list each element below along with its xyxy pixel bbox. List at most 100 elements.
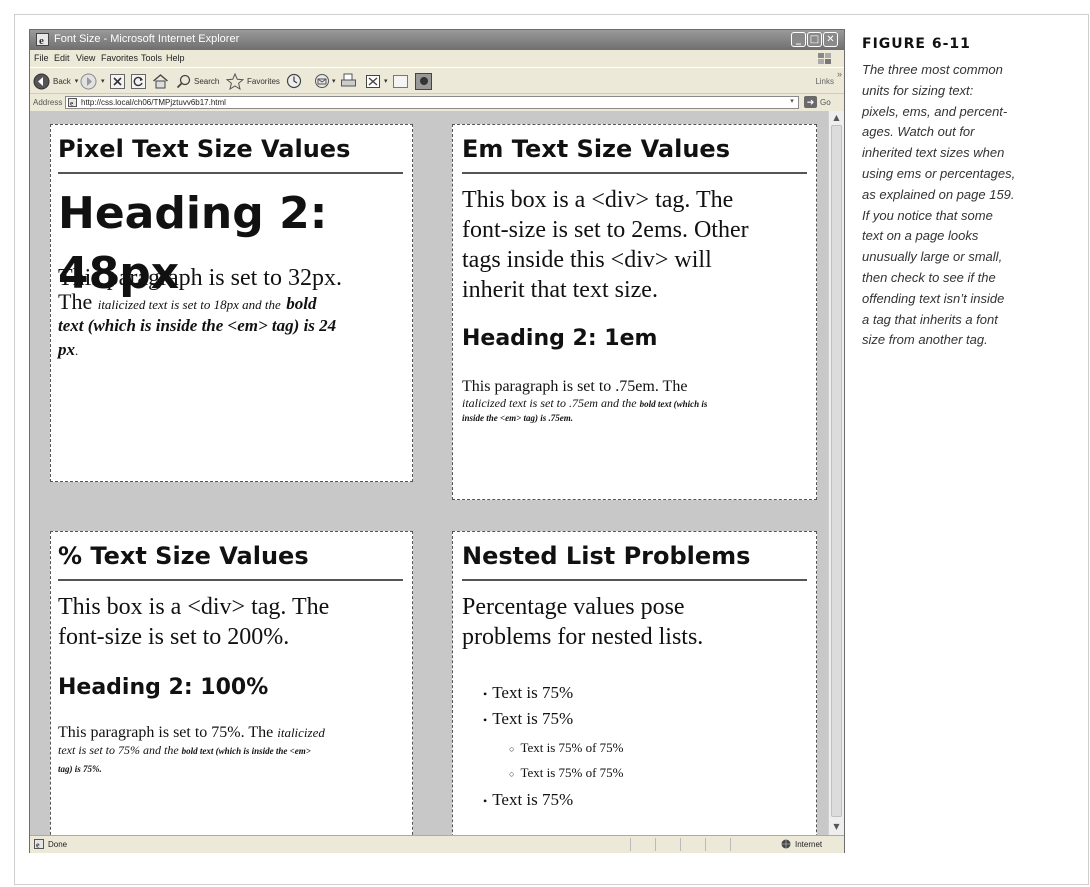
title-bar[interactable]: e Font Size - Microsoft Internet Explore… [30,30,844,50]
caption-line: using ems or percentages, [862,165,1016,181]
pixel-bold-text-1: bold [286,294,317,313]
address-url: http://css.local/ch06/TMPjztuvv6b17.html [81,98,226,107]
mail-dropdown-icon[interactable]: ▾ [332,77,336,85]
em-heading-1em: Heading 2: 1em [462,326,658,351]
percent-small-line2: text is set to 75% and the bold text (wh… [58,742,311,759]
caption-line: The three most common [862,62,1003,77]
discuss-button[interactable] [392,72,409,90]
toolbar: Back ▾ ▾ Search Favorites ▾ ▾ Links » [30,67,844,94]
em-paragraph-line1: This box is a <div> tag. The [462,187,734,213]
caption-line: units for sizing text: [862,82,974,98]
stop-icon [110,73,125,89]
close-button[interactable]: ✕ [823,32,838,47]
circle-bullet-icon: ○ [509,744,515,754]
edit-button[interactable]: ▾ [366,72,388,90]
maximize-button[interactable]: □ [807,32,822,47]
pixel-italic-text: italicized text is set to 18px and the [97,297,281,312]
list-item: • Text is 75% [483,708,573,731]
scroll-up-icon[interactable]: ▲ [831,112,842,123]
caption-line: text on a page looks [862,228,979,244]
menu-view[interactable]: View [76,53,95,63]
nested-title-rule [462,579,807,581]
percent-heading-100: Heading 2: 100% [58,675,269,700]
caption-line: ages. Watch out for [862,124,975,140]
list-item: • Text is 75% [483,682,573,705]
favorites-label: Favorites [247,76,280,86]
menu-favorites[interactable]: Favorites [101,53,138,63]
links-label[interactable]: Links [815,77,834,86]
menu-bar: File Edit View Favorites Tools Help [30,50,844,67]
status-text: Done [48,840,68,849]
toolbar-overflow-icon[interactable]: » [837,69,842,79]
address-dropdown-icon[interactable]: ▾ [787,97,797,108]
address-input[interactable]: e http://css.local/ch06/TMPjztuvv6b17.ht… [65,96,799,109]
mail-icon [315,74,329,88]
home-button[interactable] [152,72,169,90]
go-arrow-icon: ➜ [804,96,817,108]
sub-list-item-text: Text is 75% of 75% [520,765,624,780]
caption-line: then check to see if the [862,269,996,285]
page-viewport: Pixel Text Size Values Heading 2: 48px T… [30,111,828,835]
bullet-icon: • [483,687,488,701]
percent-box-title: % Text Size Values [58,542,309,570]
caption-line: size from another tag. [862,332,988,348]
menu-help[interactable]: Help [166,53,185,63]
pixel-paragraph-line1: This paragraph is set to 32px. [58,265,342,291]
page-icon: e [68,98,77,107]
percent-small-line1: This paragraph is set to 75%. The italic… [58,723,325,742]
menu-file[interactable]: File [34,53,49,63]
em-bold-text-2: inside the <em> tag) is .75em. [462,413,574,423]
caption-line: unusually large or small, [862,249,1003,265]
nested-box-title: Nested List Problems [462,542,751,570]
edit-dropdown-icon[interactable]: ▾ [384,77,388,85]
nested-paragraph-line2: problems for nested lists. [462,624,704,650]
back-dropdown-icon[interactable]: ▾ [75,77,79,85]
go-button[interactable]: ➜ Go [804,96,831,108]
scroll-down-icon[interactable]: ▼ [831,821,842,832]
address-bar: Address e http://css.local/ch06/TMPjztuv… [30,93,844,112]
em-paragraph-line4: inherit that text size. [462,277,658,303]
stop-button[interactable] [110,72,125,90]
percent-paragraph-line1: This box is a <div> tag. The [58,594,330,620]
discuss-icon [393,74,408,88]
em-bold-text-1: bold text (which is [639,399,708,409]
page-done-icon: e [34,839,44,849]
refresh-icon [131,73,146,89]
forward-dropdown-icon[interactable]: ▾ [101,77,105,85]
refresh-button[interactable] [131,72,146,90]
percent-bold-text-1: bold text (which is inside the <em> [181,746,311,756]
mail-button[interactable]: ▾ [314,72,336,90]
percent-text-box: % Text Size Values This box is a <div> t… [50,531,413,835]
status-divider [655,838,656,851]
print-button[interactable] [340,72,357,90]
pixel-title-rule [58,172,403,174]
forward-button[interactable]: ▾ [80,72,105,90]
svg-text:e: e [39,35,44,46]
pixel-paragraph-line4: px. [58,338,78,363]
status-divider [730,838,731,851]
em-small-line1: This paragraph is set to .75em. The [462,378,688,395]
windows-logo-icon [818,53,831,64]
scrollbar-thumb[interactable] [831,125,842,817]
browser-window: e Font Size - Microsoft Internet Explore… [29,29,845,853]
back-button[interactable]: Back ▾ [33,72,78,90]
messenger-button[interactable] [415,72,432,90]
back-icon [33,73,50,89]
vertical-scrollbar[interactable]: ▲ ▼ [828,111,844,835]
menu-edit[interactable]: Edit [54,53,70,63]
globe-icon [781,839,791,849]
menu-tools[interactable]: Tools [141,53,162,63]
em-title-rule [462,172,807,174]
sub-list-item: ○ Text is 75% of 75% [509,764,624,783]
forward-icon [80,73,97,89]
back-label: Back [53,76,71,86]
search-icon [176,74,191,88]
go-label: Go [820,97,831,107]
caption-line: as explained on page 159. [862,186,1015,202]
search-button[interactable]: Search [176,72,219,90]
edit-icon [366,74,380,88]
security-zone-text: Internet [795,840,823,849]
history-button[interactable] [286,72,302,90]
favorites-button[interactable]: Favorites [226,72,280,90]
minimize-button[interactable]: _ [791,32,806,47]
